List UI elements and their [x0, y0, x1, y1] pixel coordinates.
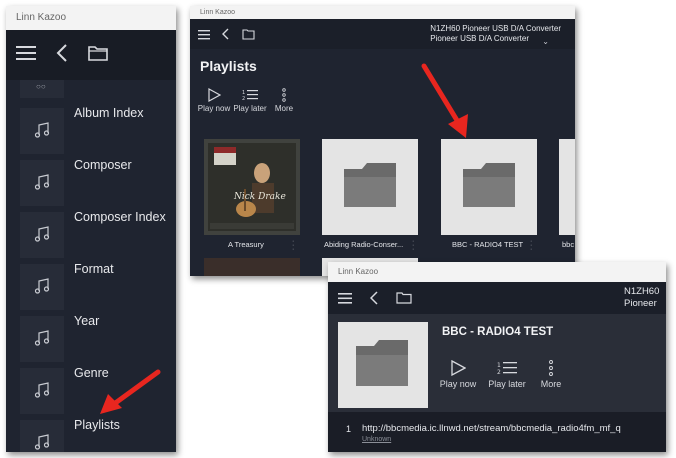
red-arrow-icon	[421, 63, 468, 138]
annotation-arrows	[100, 63, 468, 414]
red-arrow-icon	[100, 369, 161, 414]
